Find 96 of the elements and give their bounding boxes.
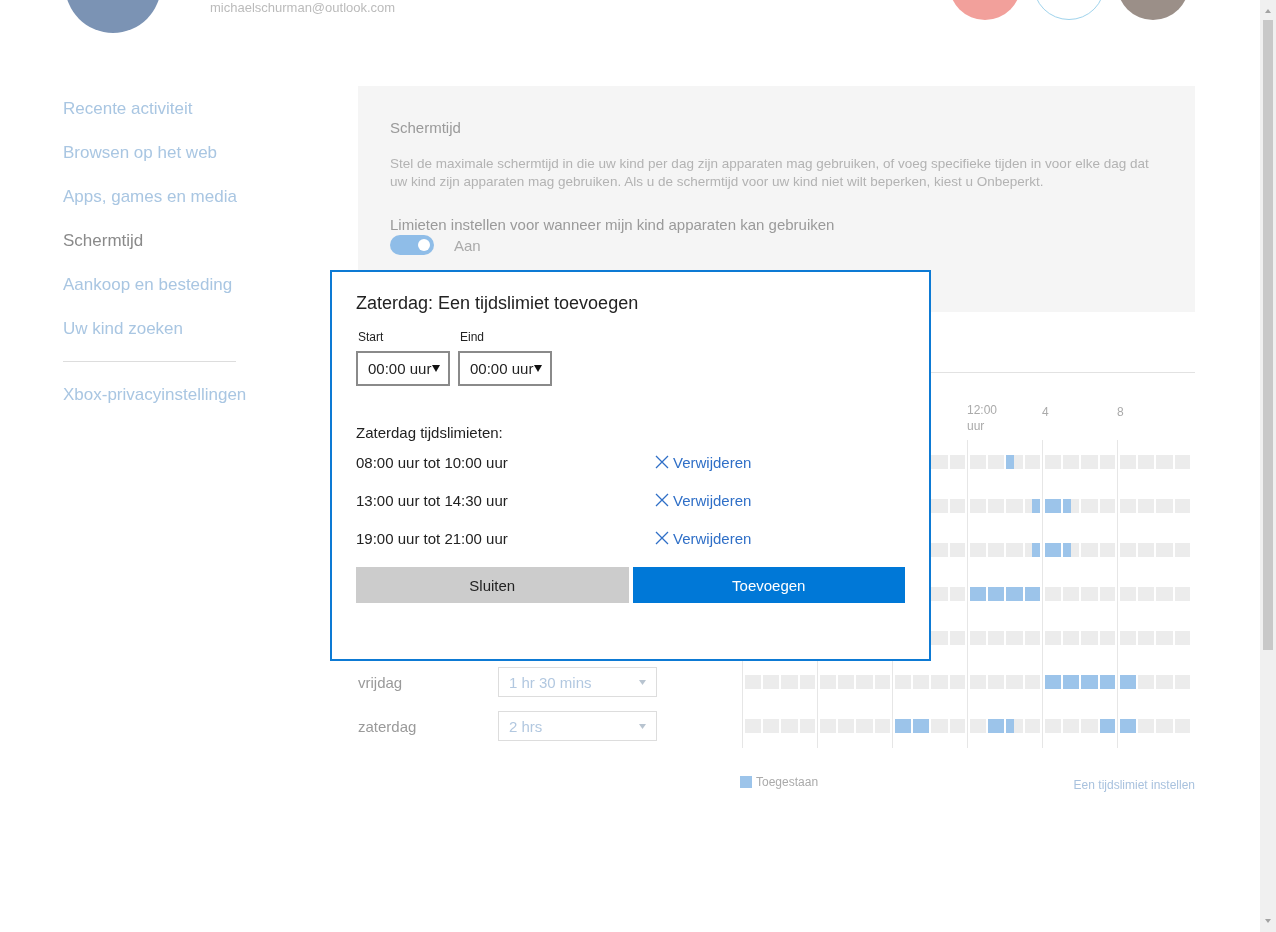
day-label: zaterdag	[358, 717, 418, 735]
time-slot[interactable]	[977, 587, 986, 601]
time-slot[interactable]	[1052, 499, 1061, 513]
time-slot[interactable]	[1032, 499, 1040, 513]
time-slot[interactable]	[1127, 675, 1136, 689]
time-slot[interactable]	[902, 719, 911, 733]
caret-icon	[534, 365, 542, 372]
time-slot[interactable]	[1099, 719, 1108, 733]
hour-label: 4	[1042, 404, 1050, 420]
time-slot[interactable]	[987, 719, 996, 733]
time-slot[interactable]	[1137, 675, 1146, 689]
time-range: 13:00 uur tot 14:30 uur	[356, 491, 509, 509]
sidebar-item[interactable]: Schermtijd	[63, 219, 144, 263]
hour-label: 12:00 uur	[967, 402, 999, 434]
time-slot[interactable]	[920, 719, 929, 733]
time-slot[interactable]	[1062, 543, 1071, 557]
time-slot[interactable]	[1006, 719, 1015, 733]
time-slot[interactable]	[1070, 543, 1079, 557]
time-slot[interactable]	[1070, 675, 1079, 689]
time-slot[interactable]	[1062, 499, 1071, 513]
add-button[interactable]: Toevoegen	[632, 567, 905, 603]
setting-label: Limieten instellen voor wanneer mijn kind apparaten kan gebruiken	[390, 216, 836, 233]
time-slot[interactable]	[1045, 675, 1053, 689]
legend-label: Toegestaan	[756, 775, 819, 789]
time-slot[interactable]	[1120, 719, 1128, 733]
time-slot[interactable]	[931, 455, 940, 469]
time-slot[interactable]	[931, 631, 940, 645]
dialog-title: Zaterdag: Een tijdslimiet toevoegen	[356, 292, 640, 315]
time-slot[interactable]	[1006, 587, 1015, 601]
sidebar-item[interactable]: Uw kind zoeken	[63, 307, 183, 351]
day-label: vrijdag	[358, 673, 404, 691]
time-slot[interactable]	[1081, 675, 1090, 689]
time-slot[interactable]	[995, 719, 1004, 733]
hour-label: 8	[1117, 404, 1125, 420]
time-range: 19:00 uur tot 21:00 uur	[356, 529, 509, 547]
time-picker-label: Eind	[460, 329, 486, 345]
time-slot[interactable]	[931, 543, 940, 557]
remove-link[interactable]: Verwijderen	[655, 453, 752, 471]
caret-icon	[639, 723, 646, 729]
time-slot[interactable]	[987, 587, 996, 601]
time-slot[interactable]	[1120, 675, 1128, 689]
legend-swatch-icon	[740, 776, 752, 788]
time-limit-dropdown[interactable]: 1 hr 30 mins	[498, 667, 657, 697]
time-slot[interactable]	[1099, 675, 1108, 689]
time-slot[interactable]	[1032, 587, 1040, 601]
close-icon	[655, 493, 669, 507]
time-slot[interactable]	[931, 587, 940, 601]
scrollbar[interactable]	[1260, 0, 1276, 932]
limits-heading: Zaterdag tijdslimieten:	[356, 423, 504, 443]
close-icon	[655, 531, 669, 545]
time-slot[interactable]	[1014, 587, 1023, 601]
time-slot[interactable]	[1006, 455, 1015, 469]
time-slot[interactable]	[1107, 719, 1115, 733]
time-slot[interactable]	[1014, 455, 1023, 469]
time-slot[interactable]	[1024, 499, 1033, 513]
time-dropdown[interactable]: 00:00 uur	[356, 351, 450, 386]
time-slot[interactable]	[1089, 675, 1098, 689]
time-slot[interactable]	[1107, 675, 1115, 689]
sidebar-item[interactable]: Browsen op het web	[63, 131, 218, 175]
time-limit-dropdown[interactable]: 2 hrs	[498, 711, 657, 741]
time-slot[interactable]	[931, 499, 940, 513]
sidebar-item[interactable]: Aankoop en besteding	[63, 263, 233, 307]
time-range: 08:00 uur tot 10:00 uur	[356, 453, 509, 471]
time-slot[interactable]	[895, 719, 903, 733]
close-icon	[655, 455, 669, 469]
account-email: michaelschurman@outlook.com	[210, 0, 396, 15]
close-button[interactable]: Sluiten	[356, 567, 629, 603]
remove-link[interactable]: Verwijderen	[655, 491, 752, 509]
panel-title: Schermtijd	[390, 118, 462, 138]
caret-icon	[639, 679, 646, 685]
time-slot[interactable]	[1024, 543, 1033, 557]
toggle-switch[interactable]	[390, 235, 434, 255]
time-dropdown[interactable]: 00:00 uur	[458, 351, 552, 386]
time-slot[interactable]	[1070, 499, 1079, 513]
panel-description: Stel de maximale schermtijd in die uw kind per dag zijn apparaten mag gebruiken, of voeg specifieke tijden in voor elke dag dat uw kind zijn apparaten mag gebruiken. Als u de schermtijd voor uw kind niet wilt beperken, kiest u Onbeperkt.	[390, 155, 1150, 191]
time-slot[interactable]	[970, 587, 978, 601]
sidebar-item[interactable]: Recente activiteit	[63, 87, 193, 131]
time-slot[interactable]	[995, 587, 1004, 601]
time-slot[interactable]	[1127, 719, 1136, 733]
time-slot[interactable]	[1024, 587, 1033, 601]
time-slot[interactable]	[1045, 543, 1053, 557]
time-slot[interactable]	[1052, 675, 1061, 689]
sidebar-item[interactable]: Apps, games en media	[63, 175, 237, 219]
toggle-label: Aan	[454, 236, 481, 254]
set-time-limit-link[interactable]: Een tijdslimiet instellen	[1073, 778, 1195, 792]
time-slot[interactable]	[1052, 543, 1061, 557]
time-slot[interactable]	[1137, 719, 1146, 733]
time-slot[interactable]	[1032, 543, 1040, 557]
time-slot[interactable]	[1014, 719, 1023, 733]
time-slot[interactable]	[1062, 675, 1071, 689]
sidebar-item[interactable]: Xbox-privacyinstellingen	[63, 373, 247, 417]
time-slot[interactable]	[912, 719, 921, 733]
caret-icon	[432, 365, 440, 372]
remove-link[interactable]: Verwijderen	[655, 529, 752, 547]
time-picker-label: Start	[358, 329, 385, 345]
time-slot[interactable]	[1045, 499, 1053, 513]
